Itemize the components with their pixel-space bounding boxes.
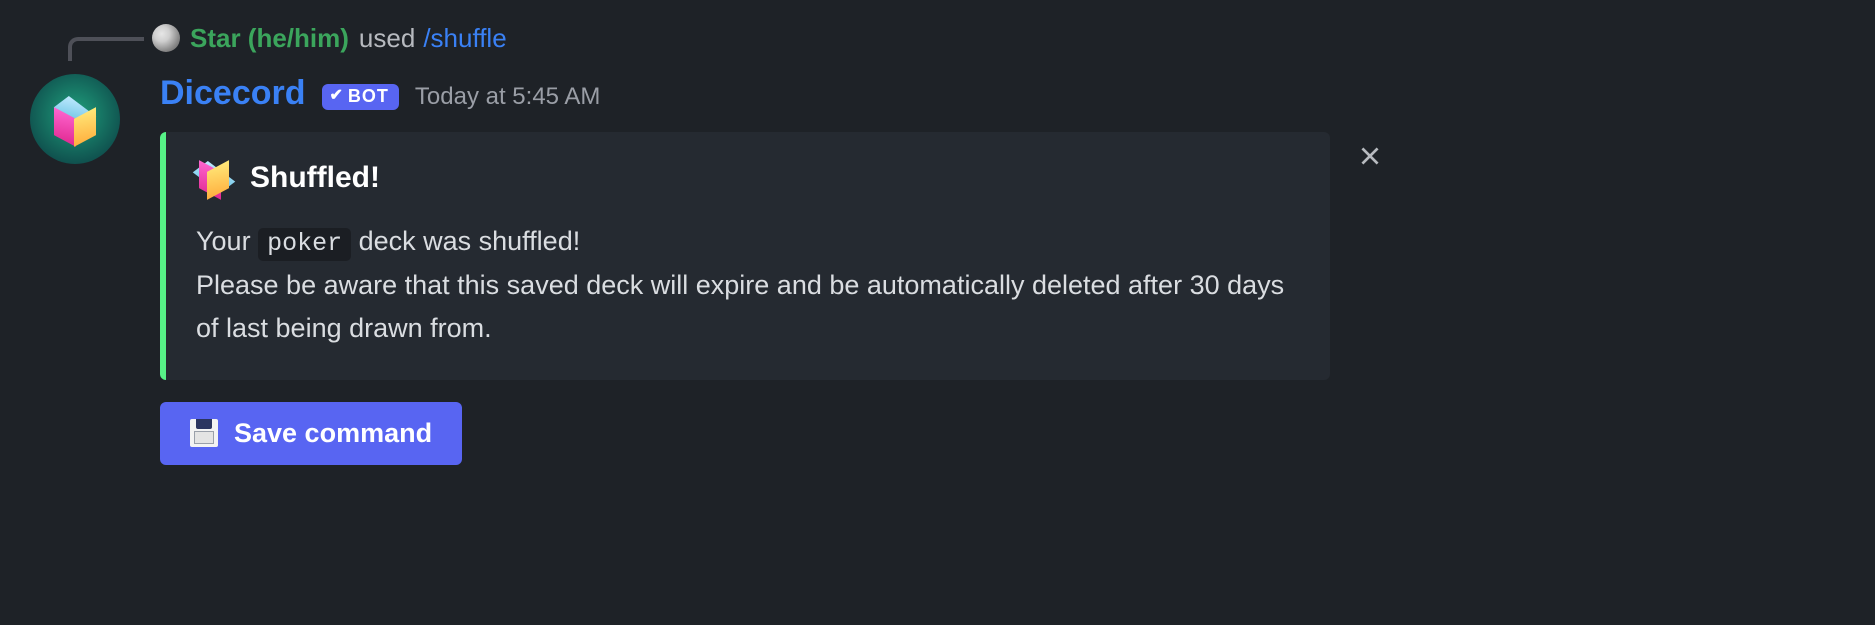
embed-body: Your poker deck was shuffled! Please be … bbox=[196, 220, 1300, 350]
bot-badge-text: BOT bbox=[348, 86, 389, 107]
invoker-avatar[interactable] bbox=[152, 24, 180, 52]
floppy-disk-icon bbox=[190, 419, 218, 447]
invoker-username[interactable]: Star (he/him) bbox=[190, 25, 349, 51]
slash-command-name[interactable]: /shuffle bbox=[423, 25, 506, 51]
bot-username[interactable]: Dicecord bbox=[160, 74, 306, 113]
embed-line1-suffix: deck was shuffled! bbox=[351, 226, 580, 256]
discord-message-area: Star (he/him) used /shuffle Dicecord ✔ B… bbox=[0, 0, 1875, 625]
close-icon bbox=[1357, 143, 1383, 169]
bot-badge: ✔ BOT bbox=[322, 84, 399, 110]
cube-icon bbox=[196, 160, 232, 196]
deck-name-code: poker bbox=[258, 228, 351, 261]
command-reply-context[interactable]: Star (he/him) used /shuffle bbox=[68, 20, 1845, 56]
message-timestamp: Today at 5:45 AM bbox=[415, 83, 600, 111]
dismiss-button[interactable] bbox=[1350, 136, 1390, 176]
message-header: Dicecord ✔ BOT Today at 5:45 AM bbox=[160, 74, 1845, 114]
embed-title: Shuffled! bbox=[250, 161, 380, 195]
embed-body-rest: Please be aware that this saved deck wil… bbox=[196, 270, 1284, 343]
bot-avatar[interactable] bbox=[30, 74, 120, 164]
embed-line1-prefix: Your bbox=[196, 226, 258, 256]
save-command-label: Save command bbox=[234, 418, 432, 449]
reply-action-text: used bbox=[359, 25, 415, 51]
save-command-button[interactable]: Save command bbox=[160, 402, 462, 465]
embed-card: Shuffled! Your poker deck was shuffled! … bbox=[160, 132, 1330, 380]
verified-check-icon: ✔ bbox=[330, 88, 344, 104]
cube-icon bbox=[51, 95, 99, 143]
reply-connector-line bbox=[68, 37, 144, 61]
